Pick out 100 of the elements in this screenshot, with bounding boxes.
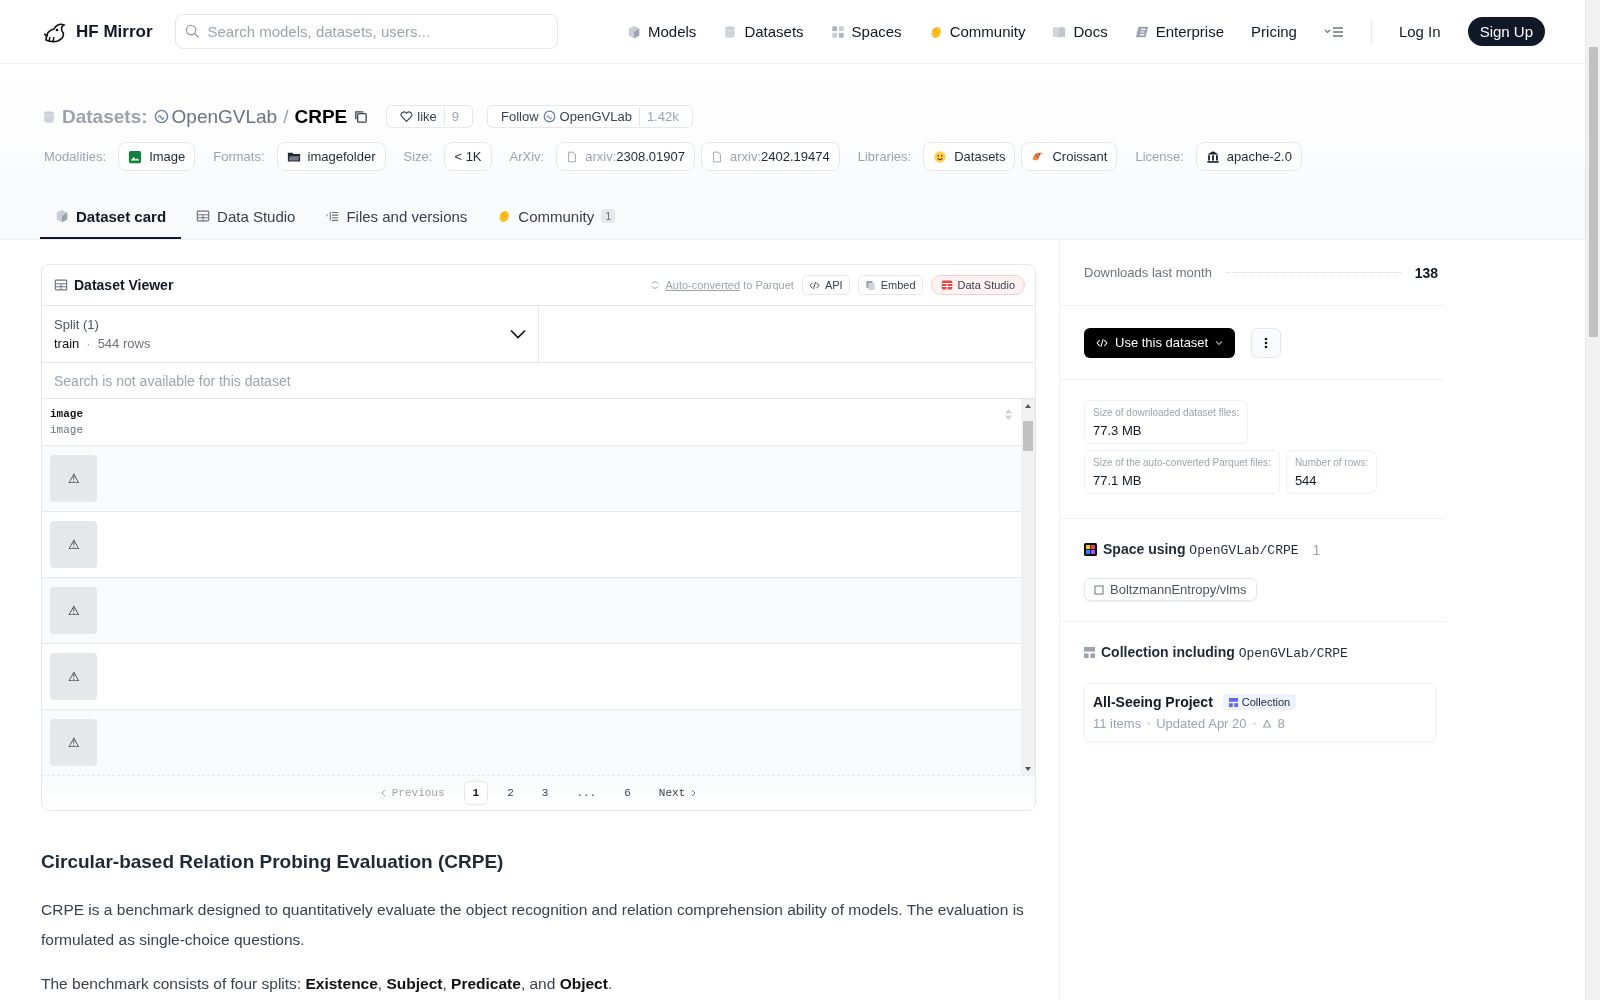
downloads-label: Downloads last month <box>1084 265 1212 280</box>
section-title: Collection including OpenGVLab/CRPE <box>1101 644 1348 661</box>
column-type: image <box>50 424 83 436</box>
tag-group-label: Formats: <box>213 149 265 164</box>
collection-icon <box>1228 697 1238 707</box>
page-link[interactable]: 2 <box>498 781 523 805</box>
org-logo-icon <box>542 110 556 123</box>
tag[interactable]: arxiv:2308.01907 <box>556 142 695 171</box>
grid-icon <box>830 24 845 39</box>
tab[interactable]: Files and versions <box>310 195 483 239</box>
tag[interactable]: Croissant <box>1021 142 1118 171</box>
warning-sign: ⚠ <box>67 669 80 684</box>
warning-sign: ⚠ <box>67 735 80 750</box>
use-dataset-button[interactable]: Use this dataset <box>1084 327 1236 358</box>
nav-link[interactable]: Community <box>928 23 1026 40</box>
follow-button[interactable]: Follow OpenGVLab 1.42k <box>487 105 693 128</box>
upvote-count: 8 <box>1277 716 1285 731</box>
viewer-title: Dataset Viewer <box>74 277 174 293</box>
scrollbar[interactable] <box>1585 0 1600 1000</box>
collection-icon <box>1084 647 1095 658</box>
viewer-button[interactable]: Data Studio <box>930 275 1025 295</box>
tag[interactable]: Datasets <box>923 142 1016 171</box>
database-icon <box>723 24 738 39</box>
code-icon <box>1096 336 1108 349</box>
document-icon <box>710 150 723 163</box>
path-separator: / <box>283 105 289 128</box>
tab[interactable]: Community 1 <box>482 195 631 239</box>
viewer-button[interactable]: Embed <box>857 275 923 295</box>
viewer-button[interactable]: API <box>801 275 850 295</box>
org-logo-icon <box>153 109 169 124</box>
paragraph: The benchmark consists of four splits: Existence, Subject, Predicate, and Object. <box>41 974 614 994</box>
split-selector[interactable]: Split (1) train · 544 rows <box>42 306 539 362</box>
tab[interactable]: Dataset card <box>40 195 182 239</box>
owner-link[interactable]: OpenGVLab <box>171 105 278 128</box>
nav-link[interactable]: Enterprise <box>1134 23 1225 40</box>
space-chip[interactable]: BoltzmannEntropy/vlms <box>1084 578 1257 601</box>
stat-card: Number of rows: 544 <box>1285 450 1378 494</box>
copy-icon <box>864 279 876 291</box>
scrollbar[interactable] <box>1021 399 1035 775</box>
log-in-link[interactable]: Log In <box>1398 23 1441 40</box>
scroll-down-icon[interactable] <box>1024 766 1032 772</box>
code-icon <box>808 279 820 291</box>
stat-card: Size of downloaded dataset files: 77.3 MB <box>1084 400 1249 444</box>
section-heading: Circular-based Relation Probing Evaluation (CRPE) <box>41 851 505 873</box>
enterprise-icon <box>1134 24 1149 39</box>
like-button[interactable]: like 9 <box>386 105 473 128</box>
tag-group-label: License: <box>1135 149 1184 164</box>
search-icon <box>184 24 200 39</box>
tag-group-label: ArXiv: <box>509 149 545 164</box>
tag[interactable]: < 1K <box>444 142 492 171</box>
section-title: Space using OpenGVLab/CRPE <box>1103 541 1299 558</box>
tag[interactable]: arxiv:2402.19474 <box>700 142 840 171</box>
separator-dot <box>1252 722 1256 725</box>
collection-name[interactable]: All-Seeing Project <box>1093 694 1213 710</box>
refresh-icon <box>650 280 661 290</box>
table-icon <box>196 209 211 223</box>
stat-card: Size of the auto-converted Parquet files: 77.1 MB <box>1084 450 1280 494</box>
page-link[interactable]: 1 <box>463 781 489 805</box>
tag-group-label: Libraries: <box>857 149 912 164</box>
kebab-icon <box>1264 336 1269 349</box>
next-page-link[interactable]: Next <box>649 781 706 805</box>
dataset-name[interactable]: CRPE <box>294 105 348 128</box>
page-link[interactable]: 3 <box>532 781 558 805</box>
menu-icon[interactable] <box>1323 24 1344 39</box>
page-link[interactable]: 6 <box>615 781 640 805</box>
nav-link[interactable]: Docs <box>1052 23 1108 40</box>
nav-link[interactable]: Models <box>627 23 697 40</box>
nav-link[interactable]: Datasets <box>723 23 804 40</box>
cube-icon <box>627 24 641 39</box>
tag-group-label: Modalities: <box>44 149 107 164</box>
nav-link[interactable]: Pricing <box>1251 23 1297 40</box>
tag-group-label: Size: <box>403 149 433 164</box>
copy-icon[interactable] <box>353 109 369 124</box>
tab[interactable]: Data Studio <box>181 195 311 239</box>
spaces-icon <box>1084 543 1097 556</box>
scroll-thumb[interactable] <box>1023 421 1033 451</box>
sign-up-button[interactable]: Sign Up <box>1467 17 1545 46</box>
database-icon <box>42 109 56 124</box>
tag[interactable]: apache-2.0 <box>1195 142 1302 171</box>
brand-name[interactable]: HF Mirror <box>76 21 153 42</box>
search-field[interactable]: Search models, datasets, users... <box>174 14 558 49</box>
collection-badge: Collection <box>1222 694 1297 710</box>
scroll-thumb[interactable] <box>1588 47 1598 337</box>
image-icon <box>128 149 143 164</box>
chevron-left-icon <box>380 789 386 797</box>
square-icon <box>1094 584 1104 595</box>
chevron-right-icon <box>691 789 697 797</box>
list-icon <box>325 209 340 223</box>
tag[interactable]: Image <box>118 142 196 171</box>
smiley-icon <box>933 149 948 164</box>
collection-card[interactable]: All-Seeing Project Collection 11 items Updated Apr 20 8 <box>1084 683 1436 742</box>
page-link[interactable]: ... <box>567 781 606 805</box>
tag[interactable]: imagefolder <box>276 142 386 171</box>
book-icon <box>1052 24 1067 39</box>
sort-icon <box>1004 408 1013 421</box>
document-icon <box>566 150 579 163</box>
nav-link[interactable]: Spaces <box>830 23 902 40</box>
scroll-up-icon[interactable] <box>1024 403 1032 409</box>
separator-dot <box>1147 722 1151 725</box>
downloads-count: 138 <box>1414 264 1438 281</box>
